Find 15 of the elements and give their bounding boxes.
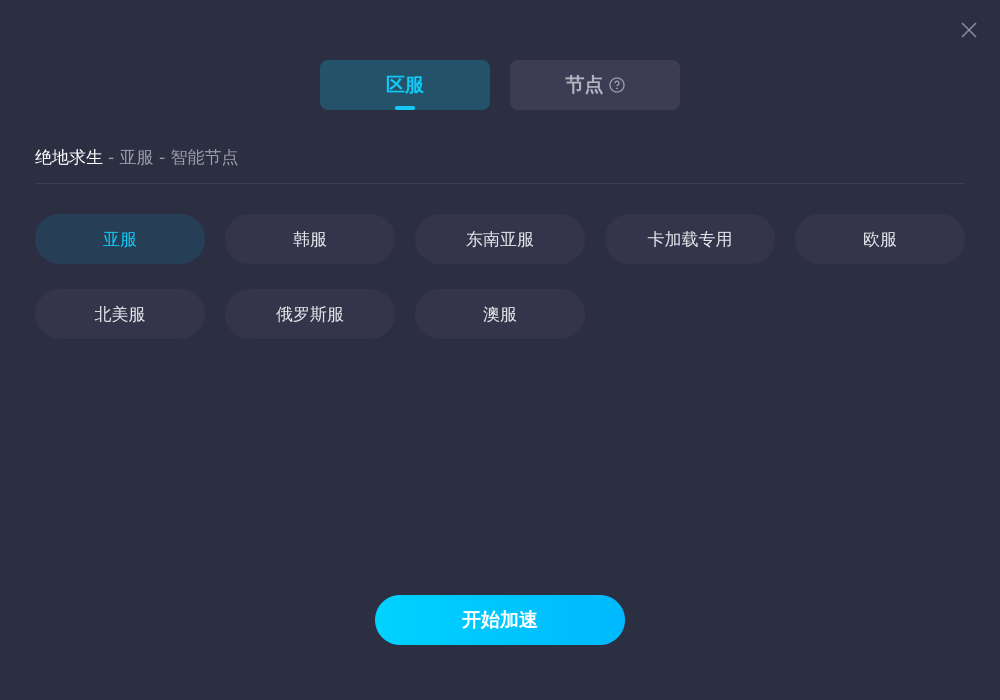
region-option[interactable]: 澳服 bbox=[415, 289, 585, 339]
tab[interactable]: 节点 bbox=[510, 60, 680, 110]
region-option[interactable]: 欧服 bbox=[795, 214, 965, 264]
active-indicator bbox=[395, 106, 415, 110]
tab[interactable]: 区服 bbox=[320, 60, 490, 110]
region-option[interactable]: 韩服 bbox=[225, 214, 395, 264]
help-icon[interactable] bbox=[608, 77, 624, 93]
breadcrumb-trail: - 亚服 - 智能节点 bbox=[108, 147, 238, 169]
region-option[interactable]: 亚服 bbox=[35, 214, 205, 264]
region-option[interactable]: 俄罗斯服 bbox=[225, 289, 395, 339]
region-option[interactable]: 北美服 bbox=[35, 289, 205, 339]
close-icon[interactable] bbox=[961, 22, 977, 38]
game-title: 绝地求生 bbox=[35, 147, 103, 169]
region-option[interactable]: 东南亚服 bbox=[415, 214, 585, 264]
region-option[interactable]: 卡加载专用 bbox=[605, 214, 775, 264]
